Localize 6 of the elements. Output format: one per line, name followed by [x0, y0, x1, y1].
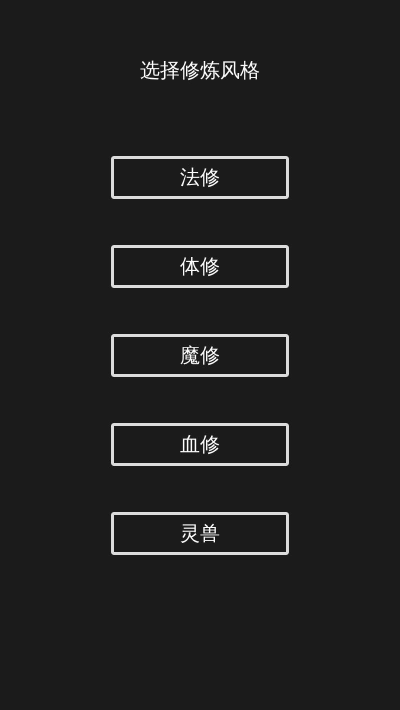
style-option-button[interactable]: 灵兽 [111, 512, 289, 555]
style-option-button[interactable]: 法修 [111, 156, 289, 199]
screen-title: 选择修炼风格 [140, 57, 260, 84]
style-option-button[interactable]: 体修 [111, 245, 289, 288]
style-option-button[interactable]: 血修 [111, 423, 289, 466]
style-option-button[interactable]: 魔修 [111, 334, 289, 377]
